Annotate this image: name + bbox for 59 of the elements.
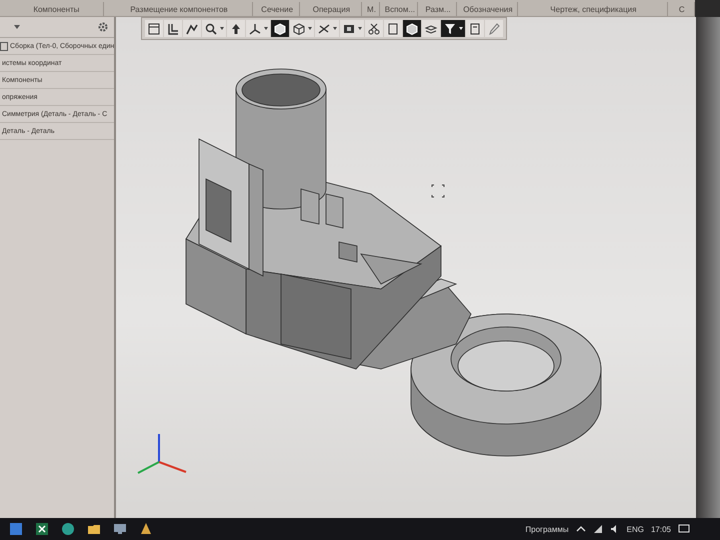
spreadsheet-icon[interactable] bbox=[34, 521, 50, 537]
toolbar-button[interactable] bbox=[271, 20, 290, 37]
gear-icon[interactable] bbox=[98, 22, 108, 32]
ribbon-group-label: С bbox=[678, 4, 685, 14]
toolbar-button[interactable] bbox=[403, 20, 422, 37]
toolbar-button[interactable] bbox=[384, 20, 402, 37]
ribbon-group-label: М. bbox=[367, 4, 376, 14]
network-icon[interactable] bbox=[592, 524, 603, 534]
crosshair-icon bbox=[432, 184, 445, 198]
toolbar-button[interactable] bbox=[202, 20, 226, 37]
caret-icon bbox=[333, 27, 338, 30]
caret-icon bbox=[264, 27, 268, 30]
toolbar-button[interactable] bbox=[315, 20, 340, 37]
ribbon-group-label: Операция bbox=[312, 4, 350, 14]
ribbon-group-label: Сечение bbox=[261, 4, 294, 14]
toolbar-button[interactable] bbox=[441, 20, 466, 37]
toolbar-button[interactable] bbox=[290, 20, 314, 37]
toolbar-button[interactable] bbox=[145, 20, 164, 37]
axis-triad-icon bbox=[138, 434, 187, 474]
language-indicator[interactable]: ENG bbox=[626, 524, 644, 534]
cube-icon bbox=[405, 22, 420, 36]
sketch-icon bbox=[185, 22, 200, 36]
ribbon-group-label: Чертеж, спецификация bbox=[550, 4, 636, 14]
caret-icon bbox=[220, 27, 224, 30]
axes-icon bbox=[248, 22, 262, 36]
caret-icon[interactable] bbox=[14, 25, 20, 29]
funnel-icon bbox=[443, 22, 458, 36]
scissors-icon bbox=[367, 22, 382, 36]
notification-icon[interactable] bbox=[678, 523, 690, 535]
ribbon-group-label: Разм... bbox=[425, 4, 451, 14]
assembly-icon bbox=[0, 42, 8, 50]
magnifier-icon bbox=[204, 22, 218, 36]
circle-app-icon[interactable] bbox=[60, 521, 76, 537]
corner-icon bbox=[166, 22, 180, 36]
cube-icon bbox=[273, 22, 288, 36]
programs-label[interactable]: Программы bbox=[525, 524, 569, 534]
frame-icon bbox=[147, 22, 162, 36]
toolbar-button[interactable] bbox=[183, 20, 202, 37]
monitor-icon[interactable] bbox=[112, 521, 128, 537]
page-icon bbox=[468, 22, 482, 36]
caret-icon bbox=[459, 27, 464, 30]
toolbar-button[interactable] bbox=[227, 20, 246, 37]
caret-icon bbox=[358, 27, 362, 30]
ribbon-group-label: Размещение компонентов bbox=[130, 4, 228, 14]
ribbon-group-label: Вспом... bbox=[384, 4, 416, 14]
wireframe-cube-icon bbox=[292, 22, 306, 36]
toolbar-button[interactable] bbox=[246, 20, 270, 37]
ribbon-group-label: Компоненты bbox=[33, 4, 80, 14]
clock-text[interactable]: 17:05 bbox=[650, 524, 671, 534]
pencil-icon bbox=[487, 22, 502, 36]
ribbon-group-label: Обозначения bbox=[463, 4, 513, 14]
caret-icon bbox=[308, 27, 312, 30]
toolbar-button[interactable] bbox=[365, 20, 384, 37]
toolbar-button[interactable] bbox=[466, 20, 484, 37]
page-icon bbox=[386, 22, 400, 36]
toolbar-button[interactable] bbox=[340, 20, 364, 37]
toolbar-button[interactable] bbox=[422, 20, 440, 37]
chevron-up-icon[interactable] bbox=[576, 524, 586, 534]
toolbar-button[interactable] bbox=[164, 20, 182, 37]
